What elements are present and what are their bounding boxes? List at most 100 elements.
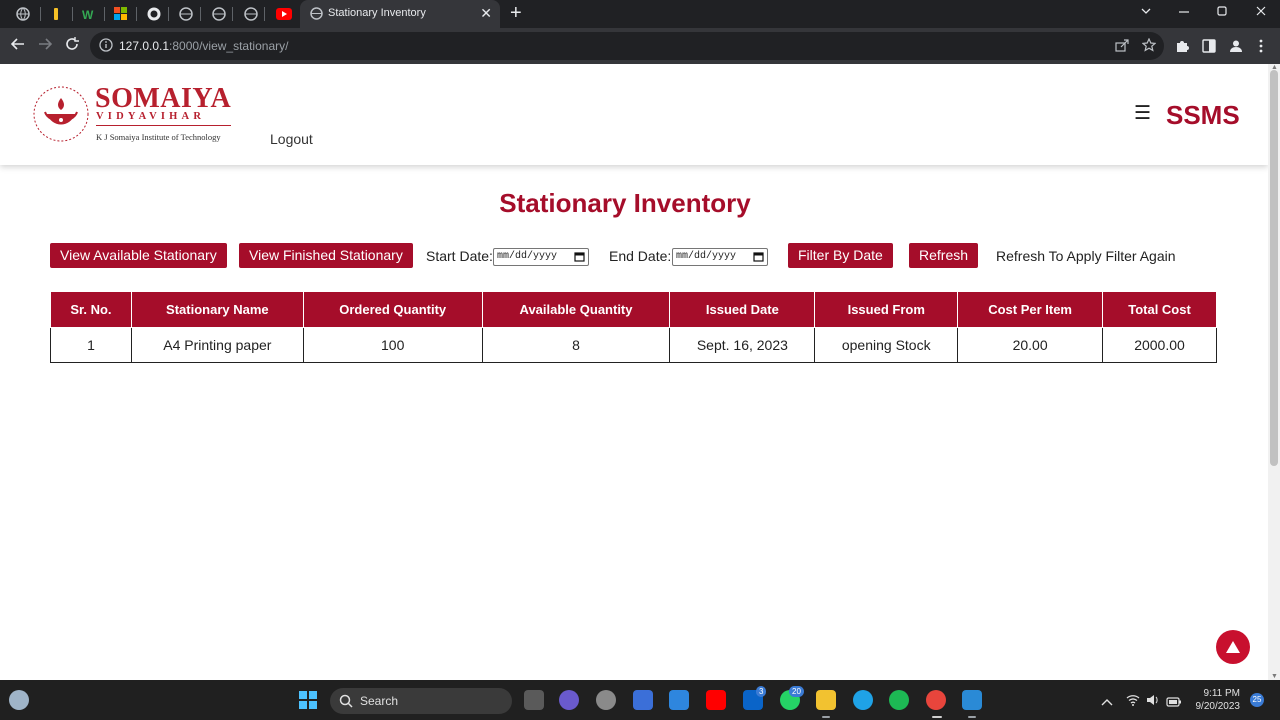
taskbar-search-box[interactable]: Search bbox=[330, 688, 512, 714]
tab-separator bbox=[72, 7, 73, 21]
spotify-icon[interactable] bbox=[889, 690, 909, 710]
end-date-placeholder: mm/dd/yyyy bbox=[676, 251, 737, 262]
pinned-tab-youtube-icon[interactable] bbox=[276, 6, 292, 22]
column-header: Issued Date bbox=[669, 291, 816, 328]
tab-separator bbox=[264, 7, 265, 21]
column-header: Sr. No. bbox=[50, 291, 132, 328]
volume-icon[interactable] bbox=[1146, 693, 1160, 711]
pinned-tab-github-icon[interactable] bbox=[146, 6, 162, 22]
search-label: Search bbox=[360, 694, 399, 708]
table-header-row: Sr. No. Stationary Name Ordered Quantity… bbox=[50, 291, 1217, 328]
back-icon[interactable] bbox=[10, 37, 25, 56]
close-window-icon[interactable] bbox=[1255, 5, 1267, 21]
more-menu-icon[interactable] bbox=[1258, 39, 1264, 58]
side-panel-icon[interactable] bbox=[1202, 39, 1216, 58]
windows-start-icon[interactable] bbox=[298, 690, 318, 710]
tab-globe-icon bbox=[310, 7, 323, 25]
browser-tab-strip: W Stationary Inventory ✕ + bbox=[0, 0, 1280, 28]
weather-icon[interactable] bbox=[9, 690, 29, 710]
file-explorer-icon[interactable] bbox=[816, 690, 836, 710]
tab-search-chevron-icon[interactable] bbox=[1140, 5, 1152, 21]
youtube-icon[interactable] bbox=[706, 690, 726, 710]
cell-stationary-name: A4 Printing paper bbox=[130, 327, 304, 363]
running-indicator bbox=[968, 716, 976, 718]
share-icon[interactable] bbox=[1115, 38, 1129, 57]
page-title: Stationary Inventory bbox=[499, 188, 751, 218]
teams-chat-icon[interactable] bbox=[559, 690, 579, 710]
pinned-tab-key-icon[interactable] bbox=[48, 6, 64, 22]
somaiya-logo[interactable]: SOMAIYA VIDYAVIHAR K J Somaiya Institute… bbox=[31, 84, 236, 146]
url-host: 127.0.0.1 bbox=[119, 39, 170, 53]
pinned-tab-globe-icon[interactable] bbox=[15, 6, 31, 22]
url-path: :8000/view_stationary/ bbox=[169, 39, 289, 53]
inventory-table: Sr. No. Stationary Name Ordered Quantity… bbox=[50, 291, 1217, 363]
maximize-icon[interactable] bbox=[1216, 5, 1228, 21]
cell-cost-per-item: 20.00 bbox=[957, 327, 1104, 363]
refresh-button[interactable]: Refresh bbox=[909, 243, 979, 268]
extensions-puzzle-icon[interactable] bbox=[1175, 39, 1189, 58]
calendar-icon[interactable] bbox=[574, 251, 585, 269]
chrome-icon[interactable] bbox=[926, 690, 946, 710]
cell-issued-from: opening Stock bbox=[814, 327, 959, 363]
wifi-icon[interactable] bbox=[1126, 693, 1140, 711]
scrollbar-thumb[interactable] bbox=[1270, 70, 1278, 466]
end-date-input[interactable]: mm/dd/yyyy bbox=[672, 248, 768, 266]
profile-avatar-icon[interactable] bbox=[1229, 39, 1243, 58]
new-tab-button[interactable]: + bbox=[510, 3, 522, 23]
system-clock[interactable]: 9:11 PM 9/20/2023 bbox=[1190, 687, 1241, 713]
column-header: Total Cost bbox=[1102, 291, 1217, 328]
minimize-icon[interactable] bbox=[1178, 5, 1190, 21]
brand-title[interactable]: SSMS bbox=[1166, 100, 1240, 131]
tab-separator bbox=[104, 7, 105, 21]
pinned-tab-globe-icon[interactable] bbox=[243, 6, 259, 22]
battery-icon[interactable] bbox=[1166, 694, 1182, 712]
hamburger-menu-icon[interactable]: ☰ bbox=[1134, 104, 1151, 124]
whatsapp-badge: 20 bbox=[789, 686, 804, 697]
show-hidden-icons-chevron-icon[interactable] bbox=[1101, 694, 1113, 712]
clock-time: 9:11 PM bbox=[1203, 688, 1241, 699]
photos-icon[interactable] bbox=[669, 690, 689, 710]
cell-ordered-quantity: 100 bbox=[302, 327, 483, 363]
arrow-up-icon bbox=[1226, 641, 1240, 653]
column-header: Cost Per Item bbox=[957, 291, 1104, 328]
vscode-icon[interactable] bbox=[962, 690, 982, 710]
pinned-tab-w-icon[interactable]: W bbox=[80, 6, 96, 22]
copilot-icon[interactable] bbox=[633, 690, 653, 710]
logout-link[interactable]: Logout bbox=[270, 131, 313, 147]
view-available-button[interactable]: View Available Stationary bbox=[50, 243, 227, 268]
pinned-tab-microsoft-icon[interactable] bbox=[113, 6, 129, 22]
settings-gear-icon[interactable] bbox=[596, 690, 616, 710]
reload-icon[interactable] bbox=[65, 37, 79, 56]
omnibox[interactable]: 127.0.0.1:8000/view_stationary/ bbox=[90, 32, 1164, 60]
start-date-input[interactable]: mm/dd/yyyy bbox=[493, 248, 589, 266]
end-date-label: End Date: bbox=[609, 248, 672, 264]
tab-separator bbox=[200, 7, 201, 21]
clock-date: 9/20/2023 bbox=[1195, 701, 1241, 712]
filter-by-date-button[interactable]: Filter By Date bbox=[788, 243, 893, 268]
pinned-tab-globe-icon[interactable] bbox=[178, 6, 194, 22]
task-view-icon[interactable] bbox=[524, 690, 544, 710]
forward-icon[interactable] bbox=[38, 37, 53, 56]
edge-icon[interactable] bbox=[853, 690, 873, 710]
site-info-icon[interactable] bbox=[99, 38, 113, 57]
tab-separator bbox=[168, 7, 169, 21]
active-tab[interactable]: Stationary Inventory ✕ bbox=[300, 0, 500, 28]
windows-taskbar: Search 3 20 9:11 PM 9/20/2023 25 bbox=[0, 680, 1280, 720]
mail-badge: 3 bbox=[756, 686, 767, 697]
logo-subtitle: VIDYAVIHAR bbox=[96, 111, 206, 122]
notification-badge[interactable]: 25 bbox=[1250, 693, 1264, 707]
bookmark-star-icon[interactable] bbox=[1141, 37, 1157, 57]
column-header: Ordered Quantity bbox=[302, 291, 483, 328]
page-scrollbar[interactable]: ▲ ▼ bbox=[1268, 64, 1280, 680]
tab-close-icon[interactable]: ✕ bbox=[480, 5, 492, 21]
svg-text:W: W bbox=[82, 8, 94, 21]
column-header: Available Quantity bbox=[481, 291, 671, 328]
column-header: Stationary Name bbox=[130, 291, 304, 328]
cell-available-quantity: 8 bbox=[481, 327, 671, 363]
view-finished-button[interactable]: View Finished Stationary bbox=[239, 243, 413, 268]
scroll-to-top-button[interactable] bbox=[1216, 630, 1250, 664]
pinned-tab-globe-icon[interactable] bbox=[211, 6, 227, 22]
scroll-down-arrow-icon[interactable]: ▼ bbox=[1271, 673, 1278, 680]
running-indicator bbox=[822, 716, 830, 718]
calendar-icon[interactable] bbox=[753, 251, 764, 269]
